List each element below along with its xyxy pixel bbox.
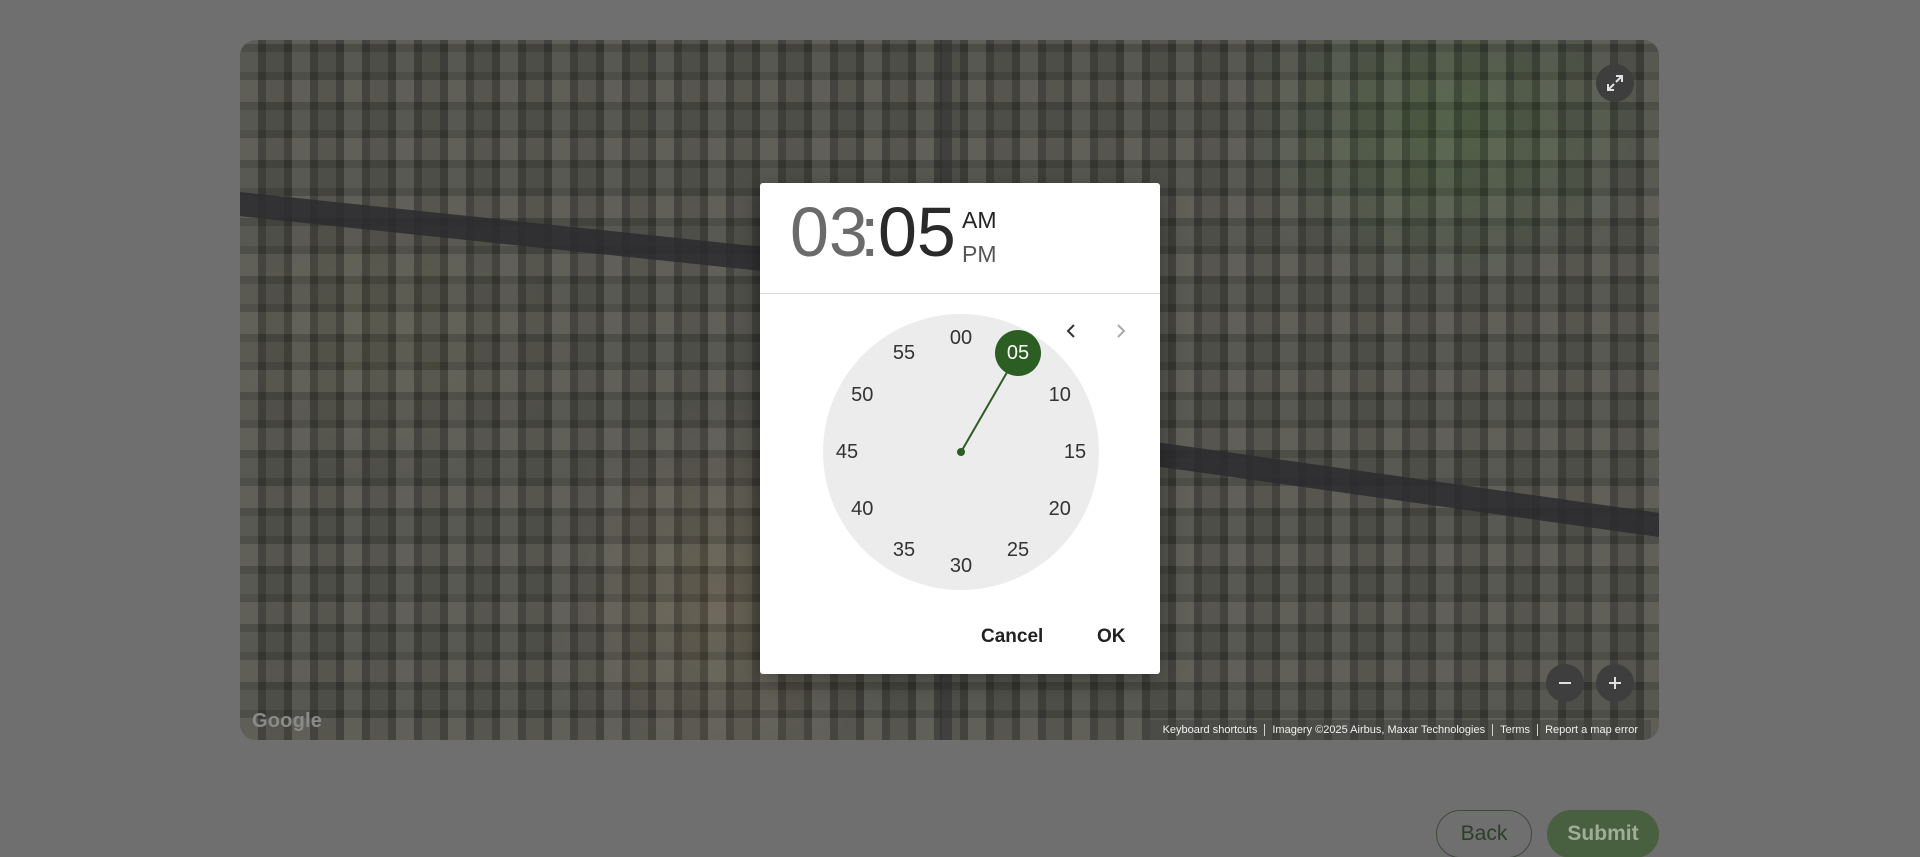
map-attribution: Keyboard shortcuts Imagery ©2025 Airbus,… — [1149, 720, 1651, 740]
clock-number-40[interactable]: 40 — [840, 487, 884, 531]
clock-number-00[interactable]: 00 — [939, 316, 983, 360]
plus-icon — [1609, 677, 1621, 689]
keyboard-shortcuts-link[interactable]: Keyboard shortcuts — [1156, 724, 1265, 736]
time-display: 03 : 05 AM PM — [760, 183, 1160, 294]
clock-number-30[interactable]: 30 — [939, 544, 983, 588]
clock-number-50[interactable]: 50 — [840, 373, 884, 417]
ok-button[interactable]: OK — [1097, 626, 1126, 648]
minute-clock-face[interactable]: 00 05 10 15 20 25 30 35 40 45 50 55 — [823, 314, 1099, 590]
clock-number-35[interactable]: 35 — [882, 529, 926, 573]
expand-icon — [1607, 75, 1623, 91]
clock-number-15[interactable]: 15 — [1053, 430, 1097, 474]
clock-number-55[interactable]: 55 — [882, 331, 926, 375]
minus-icon — [1559, 682, 1571, 684]
report-error-link[interactable]: Report a map error — [1537, 724, 1645, 736]
back-button[interactable]: Back — [1436, 810, 1532, 857]
time-picker-dialog: 03 : 05 AM PM 00 05 10 15 20 25 30 35 40 45 50 55 C… — [760, 183, 1160, 674]
time-separator: : — [860, 193, 880, 271]
cancel-button[interactable]: Cancel — [981, 626, 1043, 648]
clock-number-45[interactable]: 45 — [825, 430, 869, 474]
minute-display[interactable]: 05 — [878, 197, 956, 267]
previous-button[interactable] — [1057, 317, 1085, 345]
clock-number-20[interactable]: 20 — [1038, 487, 1082, 531]
clock-number-25[interactable]: 25 — [996, 529, 1040, 573]
next-button[interactable] — [1107, 317, 1135, 345]
clock-center — [957, 448, 965, 456]
pm-toggle[interactable]: PM — [962, 241, 997, 268]
chevron-left-icon — [1066, 324, 1075, 338]
hour-display[interactable]: 03 — [790, 197, 868, 267]
am-toggle[interactable]: AM — [962, 207, 997, 234]
clock-number-05[interactable]: 05 — [995, 330, 1041, 377]
fullscreen-button[interactable] — [1596, 64, 1634, 102]
zoom-out-button[interactable] — [1546, 664, 1584, 702]
terms-link[interactable]: Terms — [1492, 724, 1537, 736]
zoom-in-button[interactable] — [1596, 664, 1634, 702]
imagery-credit: Imagery ©2025 Airbus, Maxar Technologies — [1264, 724, 1492, 736]
google-logo: Google — [252, 710, 323, 732]
chevron-right-icon — [1117, 324, 1126, 338]
submit-button[interactable]: Submit — [1547, 810, 1659, 857]
clock-number-10[interactable]: 10 — [1038, 373, 1082, 417]
